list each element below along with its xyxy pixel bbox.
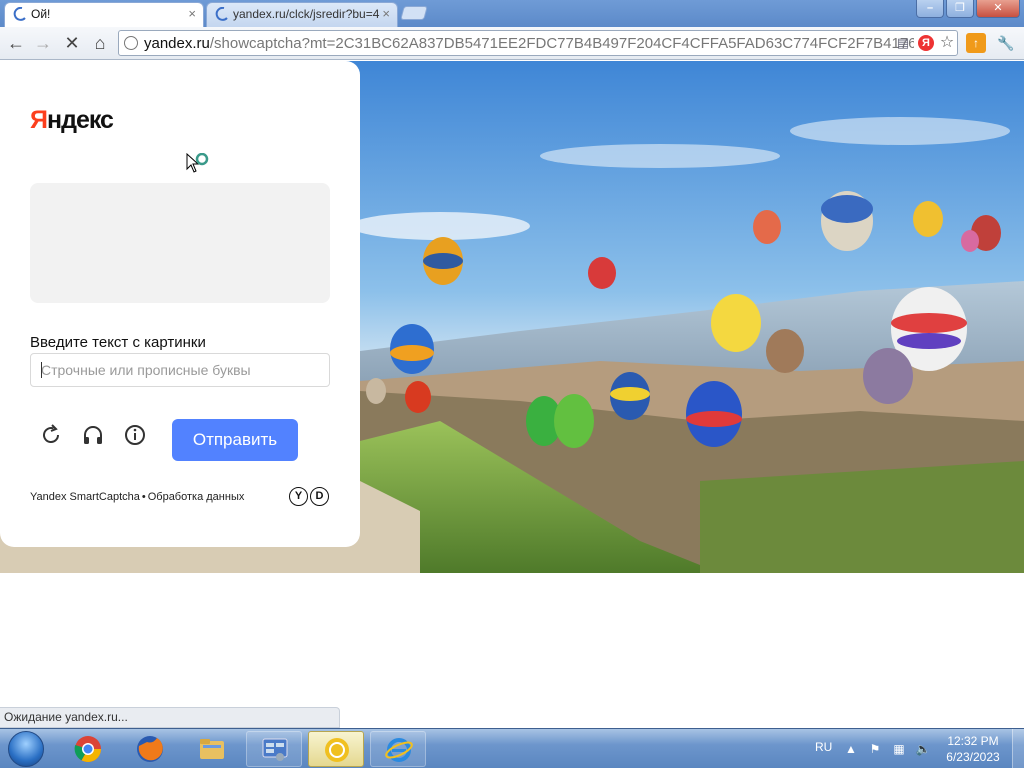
- yandex-browser-icon: [325, 738, 349, 762]
- system-clock[interactable]: 12:32 PM 6/23/2023: [940, 733, 1006, 765]
- globe-icon: [124, 36, 138, 50]
- yandex-badge[interactable]: Y D: [289, 487, 329, 506]
- submit-button[interactable]: Отправить: [172, 419, 298, 461]
- headphones-icon[interactable]: [81, 423, 105, 447]
- footer-separator: •: [141, 491, 146, 503]
- language-indicator[interactable]: RU: [815, 740, 832, 754]
- volume-muted-icon[interactable]: 🔈: [915, 741, 931, 757]
- start-button[interactable]: [2, 729, 50, 769]
- tab-inactive[interactable]: yandex.ru/clck/jsredir?bu=4 ×: [206, 2, 398, 27]
- taskbar-chrome[interactable]: [60, 731, 116, 767]
- action-center-icon[interactable]: ⚑: [867, 741, 883, 757]
- windows-logo-icon: [8, 731, 44, 767]
- tab-title: Ой!: [31, 7, 51, 21]
- restore-button[interactable]: ❐: [946, 0, 974, 18]
- taskbar-firefox[interactable]: [122, 731, 178, 767]
- taskbar-yandex-browser[interactable]: [308, 731, 364, 767]
- captcha-card: Яндекс Введите текст с картинки Отправит…: [0, 61, 360, 547]
- mouse-cursor-busy-icon: [186, 153, 209, 173]
- taskbar: RU ▲ ⚑ ▦ 🔈 12:32 PM 6/23/2023: [0, 728, 1024, 769]
- loading-spinner-icon: [13, 7, 26, 21]
- y-badge-icon: Y: [289, 487, 308, 506]
- url-host: yandex.ru: [144, 35, 210, 52]
- firefox-icon: [137, 736, 163, 762]
- tab-close-icon[interactable]: ×: [382, 3, 390, 25]
- internet-explorer-icon: [385, 738, 413, 762]
- address-url[interactable]: yandex.ru/showcaptcha?mt=2C31BC62A837DB5…: [144, 35, 914, 52]
- chrome-icon: [74, 736, 102, 763]
- home-icon[interactable]: ⌂: [89, 32, 111, 54]
- tab-close-icon[interactable]: ×: [188, 3, 196, 25]
- smartcaptcha-brand: Yandex SmartCaptcha: [30, 491, 140, 503]
- wrench-menu-icon[interactable]: 🔧: [996, 33, 1016, 53]
- clock-date: 6/23/2023: [946, 750, 1000, 764]
- show-desktop-button[interactable]: [1012, 729, 1024, 769]
- address-bar[interactable]: yandex.ru/showcaptcha?mt=2C31BC62A837DB5…: [118, 30, 958, 56]
- window-controls: – ❐ ✕: [914, 0, 1020, 18]
- new-tab-button[interactable]: [400, 6, 428, 20]
- data-processing-link[interactable]: Обработка данных: [148, 491, 245, 503]
- taskbar-control-panel[interactable]: [246, 731, 302, 767]
- network-icon[interactable]: ▦: [891, 741, 907, 757]
- text-caret: [41, 362, 42, 378]
- folder-icon: [200, 739, 224, 759]
- captcha-footer: Yandex SmartCaptcha • Обработка данных: [30, 491, 244, 503]
- url-path: /showcaptcha?mt=2C31BC62A837DB5471EE2FDC…: [209, 35, 914, 52]
- captcha-input[interactable]: [30, 353, 330, 387]
- browser-titlebar: Ой! × yandex.ru/clck/jsredir?bu=4 × – ❐ …: [0, 0, 1024, 27]
- taskbar-explorer[interactable]: [184, 731, 240, 767]
- close-window-button[interactable]: ✕: [976, 0, 1020, 18]
- page-content: Яндекс Введите текст с картинки Отправит…: [0, 61, 1024, 728]
- captcha-prompt: Введите текст с картинки: [30, 334, 206, 351]
- yandex-logo[interactable]: Яндекс: [30, 106, 114, 135]
- tab-active[interactable]: Ой! ×: [4, 2, 204, 27]
- taskbar-internet-explorer[interactable]: [370, 731, 426, 767]
- extension-icon[interactable]: ↑: [966, 33, 986, 53]
- loading-spinner-icon: [215, 7, 228, 21]
- back-icon[interactable]: ←: [5, 32, 27, 54]
- bookmark-star-icon[interactable]: ☆: [939, 35, 955, 51]
- show-hidden-icons-icon[interactable]: ▲: [843, 741, 859, 757]
- captcha-image: [30, 183, 330, 303]
- stop-icon[interactable]: ✕: [61, 32, 83, 54]
- control-panel-icon: [262, 738, 288, 761]
- status-bar: Ожидание yandex.ru...: [0, 707, 340, 728]
- refresh-icon[interactable]: [39, 423, 63, 447]
- clock-time: 12:32 PM: [947, 734, 999, 748]
- info-icon[interactable]: [123, 423, 147, 447]
- tab-title: yandex.ru/clck/jsredir?bu=4: [233, 7, 380, 21]
- browser-toolbar: ← → ✕ ⌂ yandex.ru/showcaptcha?mt=2C31BC6…: [0, 27, 1024, 60]
- page-icon[interactable]: ▤: [895, 35, 911, 51]
- balloon: [423, 237, 463, 285]
- minimize-button[interactable]: –: [916, 0, 944, 18]
- forward-icon[interactable]: →: [32, 32, 54, 54]
- yandex-extension-icon[interactable]: Я: [918, 35, 934, 51]
- d-badge-icon: D: [310, 487, 329, 506]
